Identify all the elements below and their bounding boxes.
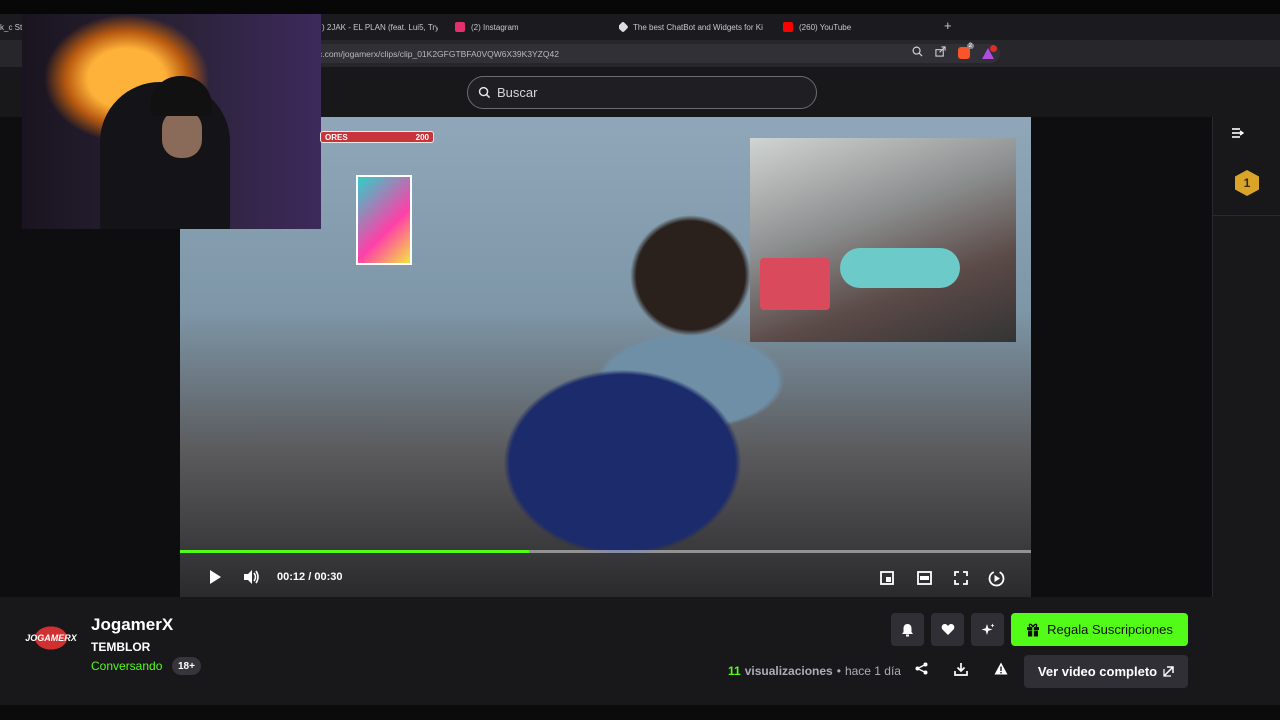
miniplayer-icon [880,571,894,585]
gift-subscriptions-button[interactable]: Regala Suscripciones [1011,613,1188,646]
channel-avatar[interactable]: JOGAMERX [25,620,77,656]
sidebar-divider [1213,215,1280,216]
playback-time: 00:12 / 00:30 [277,571,342,583]
tab-label: (260) YouTube [799,22,852,32]
video-controls: 00:12 / 00:30 [180,562,1031,594]
overlay-bar-value: 200 [415,132,429,142]
theater-icon [917,571,932,585]
streamer-webcam-overlay [22,14,321,229]
tab-label: (2) Instagram [471,22,519,32]
browser-tab[interactable]: ) 2JAK - EL PLAN (feat. Lui5, Tryh [322,14,438,40]
search-input[interactable]: Buscar [467,76,817,109]
speed-icon [988,570,1005,587]
current-time: 00:12 [277,571,306,583]
clip-stats: 11 visualizaciones • hace 1 día [728,664,901,678]
gift-button-label: Regala Suscripciones [1047,622,1173,637]
fullscreen-button[interactable] [954,571,968,588]
desk-camera-overlay [750,138,1016,342]
gift-icon [1027,623,1040,636]
playback-speed-button[interactable] [988,570,1005,590]
fullscreen-icon [954,571,968,585]
play-icon [210,570,221,584]
browser-tab-instagram[interactable]: (2) Instagram [455,14,595,40]
url-field[interactable]: c.com/jogamerx/clips/clip_01K2GFGTBFA0VQ… [300,44,1000,63]
video-progress-fill [180,550,529,553]
age-rating-badge: 18+ [172,657,201,675]
tab-label: The best ChatBot and Widgets for Ki [633,22,763,32]
new-tab-button[interactable]: + [944,18,952,33]
report-button[interactable] [994,662,1008,678]
chat-sidebar: 1 [1212,117,1280,597]
bell-icon [902,623,913,636]
stats-bullet: • [836,664,841,678]
search-placeholder: Buscar [497,85,538,100]
notifications-button[interactable] [891,613,924,646]
wall-poster [356,175,412,265]
views-label: visualizaciones [744,664,833,678]
rank-number: 1 [1243,176,1251,190]
instagram-icon [455,22,465,32]
full-video-label: Ver video completo [1037,664,1158,679]
channel-logo-text: JOGAMERX [25,633,77,643]
volume-button[interactable] [243,569,260,588]
follow-button[interactable] [931,613,964,646]
theater-mode-button[interactable] [917,571,932,588]
view-count: 11 [728,664,741,678]
zoom-icon[interactable] [912,46,923,60]
duration: 00:30 [314,571,343,583]
collapse-icon [1232,128,1245,138]
time-separator: / [308,571,312,583]
bottom-edge [0,705,1280,720]
url-text: c.com/jogamerx/clips/clip_01K2GFGTBFA0VQ… [318,48,559,59]
collapse-sidebar-button[interactable] [1231,127,1245,142]
category-link[interactable]: Conversando [91,659,162,673]
clip-title: TEMBLOR [91,640,151,654]
channel-name[interactable]: JogamerX [91,615,173,635]
warning-icon [994,662,1008,675]
share-nodes-icon [915,662,928,675]
share-button[interactable] [915,662,928,678]
tab-label: ) 2JAK - EL PLAN (feat. Lui5, Tryh [322,22,438,32]
play-button[interactable] [208,569,222,588]
brave-shield-icon[interactable] [958,43,974,59]
highlight-button[interactable] [971,613,1004,646]
browser-tab[interactable]: k_c Sta [0,14,22,40]
external-link-icon [1163,666,1174,677]
diamond-icon [619,21,629,33]
share-icon[interactable] [935,46,946,60]
download-button[interactable] [954,662,968,679]
streamer-face [162,110,202,158]
overlay-bar-text: ORES [325,132,348,142]
miniplayer-button[interactable] [880,571,894,588]
volume-icon [244,570,259,584]
watch-full-video-button[interactable]: Ver video completo [1024,655,1188,688]
search-icon [478,86,491,99]
sparkle-icon [981,623,994,635]
browser-tab-youtube[interactable]: (260) YouTube [783,14,933,40]
gloved-hand [840,248,960,288]
browser-tab-chatbot[interactable]: The best ChatBot and Widgets for Ki [619,14,764,40]
video-progress-bar[interactable] [180,550,1031,553]
os-top-bar [0,0,1280,14]
address-bar-icons [912,43,997,60]
clip-age: hace 1 día [844,664,901,678]
paint-tray [760,258,830,310]
leaderboard-rank-badge[interactable]: 1 [1235,170,1259,196]
stream-overlay-bar: ORES 200 [320,131,434,143]
brave-rewards-icon[interactable] [982,44,997,59]
youtube-icon [783,22,793,32]
heart-icon [941,623,954,635]
tab-label: k_c Sta [0,22,22,32]
download-icon [954,663,968,676]
